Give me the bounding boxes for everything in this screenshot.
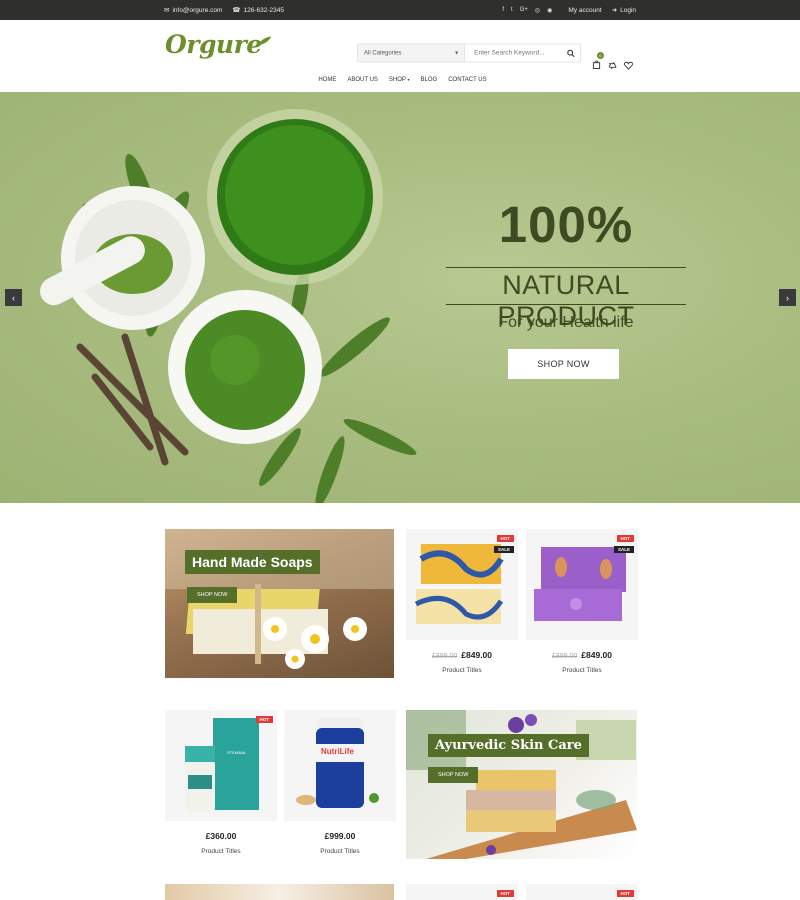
product-title[interactable]: Product Titles [526,667,638,674]
twitter-icon[interactable]: t [511,7,513,14]
skincare-image [406,710,637,859]
product-card[interactable]: NutriLife £999.00 Product Titles [284,710,396,855]
product-title[interactable]: Product Titles [406,667,518,674]
product-image[interactable]: STEMAVA HOT [165,710,277,821]
hot-tag: HOT [616,535,634,542]
slider-prev-arrow-icon[interactable]: ‹ [5,289,22,306]
nav-shop[interactable]: SHOP ▾ [389,77,410,83]
slider-next-arrow-icon[interactable]: › [779,289,796,306]
product-price: £899.00 £849.00 [551,650,613,660]
search-icon [567,49,575,57]
search-input[interactable] [465,44,563,62]
mail-icon: ✉ [164,7,170,14]
promo-shop-now-button[interactable]: SHOP NOW [187,587,238,603]
product-price: £360.00 [205,831,237,841]
promo-ayurvedic-skin-care[interactable]: Ayurvedic Skin Care SHOP NOW [406,710,637,859]
supplement-jar-image [296,718,379,808]
cream-bottle-image [185,718,259,812]
product-card[interactable]: HOT SALE £899.00 £849.00 Product Titles [526,529,638,674]
login-icon: ➜ [611,7,618,14]
nav-blog[interactable]: BLOG [421,77,438,83]
wishlist-heart-icon[interactable] [624,61,633,70]
hero-divider-top [446,267,686,268]
login-link[interactable]: ➜ Login [611,6,636,15]
instagram-icon[interactable]: ◎ [535,7,540,14]
old-price: £899.00 [551,653,578,660]
google-plus-icon[interactable]: G+ [520,7,528,14]
promo-title: Ayurvedic Skin Care [428,734,589,757]
product-image[interactable]: NutriLife [284,710,396,821]
product-card[interactable]: HOT SALE £899.00 £849.00 Product Titles [406,529,518,674]
product-brand-label: STEMAVA [227,750,246,755]
product-image[interactable]: HOT SALE [526,529,638,640]
nav-contact-us[interactable]: CONTACT US [448,77,486,83]
facebook-icon[interactable]: f [502,7,504,14]
search-bar: All Categories ▾ [357,43,581,63]
hero-shop-now-button[interactable]: SHOP NOW [508,349,619,379]
search-button[interactable] [562,45,580,62]
caret-down-icon: ▾ [455,50,459,57]
hero-tagline: For your Health life [498,314,634,331]
product-title[interactable]: Product Titles [165,848,277,855]
hero-image [40,109,417,503]
promo-shop-now-button[interactable]: SHOP NOW [428,767,479,783]
email-contact[interactable]: ✉ info@orgure.com [164,6,222,15]
cart-count-badge: 0 [597,52,604,59]
promo-title: Hand Made Soaps [185,550,320,574]
bag-icon [592,60,601,69]
compare-icon[interactable] [608,61,617,70]
hero-headline: 100% [498,196,634,253]
hero-slider: 100% NATURAL PRODUCT For your Health lif… [0,92,800,503]
phone-contact[interactable]: ☎ 126-632-2345 [232,6,284,15]
product-price: £999.00 [324,831,356,841]
phone-icon: ☎ [232,7,241,14]
product-card-partial[interactable]: HOT [526,884,638,900]
product-image[interactable]: HOT SALE [406,529,518,640]
promo-partial[interactable] [165,884,394,900]
hero-divider-bottom [446,304,686,305]
hot-tag: HOT [255,716,273,723]
old-price: £899.00 [431,653,458,660]
caret-down-icon: ▾ [407,77,410,82]
nav-home[interactable]: HOME [318,77,336,83]
header: Orgure All Categories ▾ 0 [0,20,800,70]
logo[interactable]: Orgure [165,30,272,59]
promo-hand-made-soaps[interactable]: Hand Made Soaps SHOP NOW [165,529,394,678]
logo-leaf-icon [256,36,272,46]
cart-button[interactable]: 0 [592,52,604,74]
product-card[interactable]: STEMAVA HOT £360.00 Product Titles [165,710,277,855]
sale-tag: SALE [493,546,514,553]
product-price: £899.00 £849.00 [431,650,493,660]
product-brand-label: NutriLife [321,747,354,756]
nav-about-us[interactable]: ABOUT US [347,77,378,83]
my-account-link[interactable]: My account [568,7,601,14]
hot-tag: HOT [496,535,514,542]
category-select[interactable]: All Categories ▾ [358,44,466,62]
pinterest-icon[interactable]: ◉ [547,7,552,14]
hot-tag: HOT [496,890,514,897]
hot-tag: HOT [616,890,634,897]
main-nav: HOME ABOUT US SHOP ▾ BLOG CONTACT US [0,68,800,92]
product-title[interactable]: Product Titles [284,848,396,855]
sale-tag: SALE [613,546,634,553]
top-bar: ✉ info@orgure.com ☎ 126-632-2345 f t G+ … [0,0,800,20]
product-card-partial[interactable]: HOT [406,884,518,900]
